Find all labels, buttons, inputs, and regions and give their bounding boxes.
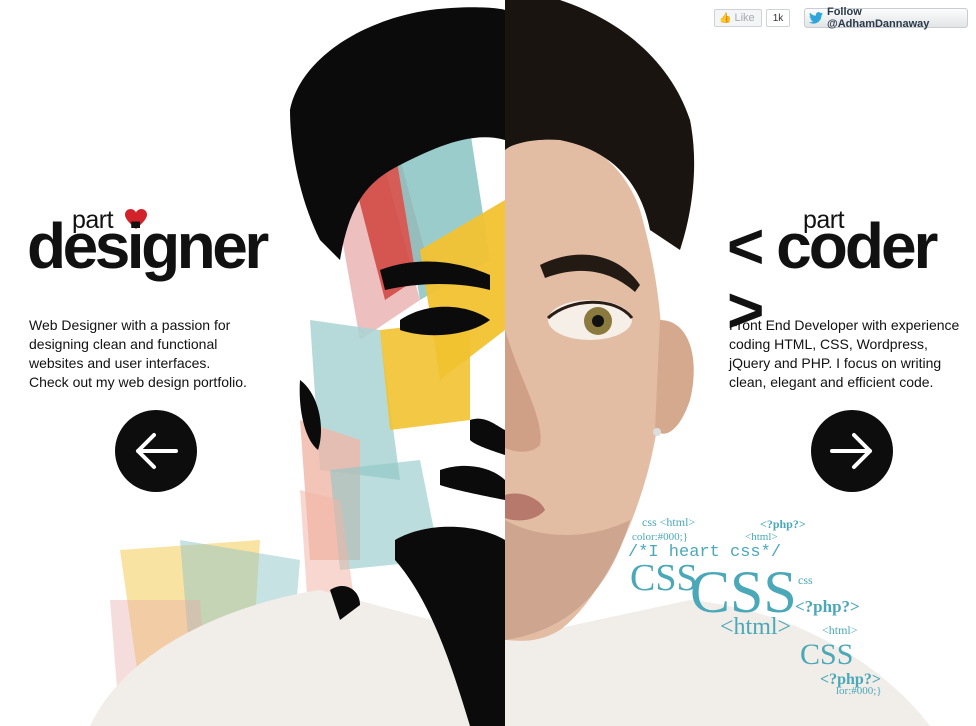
svg-text:CSS: CSS bbox=[630, 557, 698, 599]
arrow-right-icon bbox=[830, 433, 872, 469]
svg-text:color:#000;}: color:#000;} bbox=[632, 531, 688, 543]
hero-stage: css <html> <?php?> color:#000;} <html> /… bbox=[0, 0, 976, 726]
coder-portfolio-button[interactable] bbox=[811, 410, 893, 492]
coder-desc-line: coding HTML, CSS, Wordpress, bbox=[729, 336, 928, 352]
follow-label: Follow @AdhamDannaway bbox=[826, 6, 930, 30]
designer-desc-line: Check out my web design portfolio. bbox=[29, 374, 247, 390]
like-count-badge: 1k bbox=[766, 9, 790, 27]
svg-text:<html>: <html> bbox=[720, 614, 791, 640]
facebook-like-button[interactable]: 👍 Like bbox=[714, 9, 762, 27]
designer-desc-line: Web Designer with a passion for bbox=[29, 317, 231, 333]
svg-text:<?php?>: <?php?> bbox=[760, 517, 806, 531]
designer-desc-line: designing clean and functional bbox=[29, 336, 218, 352]
twitter-follow-button[interactable]: Follow @AdhamDannaway bbox=[804, 6, 968, 30]
arrow-left-icon bbox=[136, 433, 178, 469]
coder-desc-line: jQuery and PHP. I focus on writing bbox=[729, 355, 942, 371]
thumbs-up-icon: 👍 bbox=[719, 12, 732, 24]
svg-text:css: css bbox=[798, 573, 813, 587]
svg-text:<?php?>: <?php?> bbox=[795, 597, 860, 616]
coder-description: Front End Developer with experience codi… bbox=[729, 316, 976, 392]
designer-portfolio-button[interactable] bbox=[115, 410, 197, 492]
designer-title: designer bbox=[27, 210, 269, 282]
coder-desc-line: clean, elegant and efficient code. bbox=[729, 374, 934, 390]
like-label: Like bbox=[734, 12, 755, 24]
svg-text:<html>: <html> bbox=[745, 531, 778, 543]
designer-desc-line: websites and user interfaces. bbox=[29, 355, 211, 371]
svg-text:CSS: CSS bbox=[800, 638, 853, 671]
svg-text:lor:#000;}: lor:#000;} bbox=[836, 685, 882, 697]
svg-text:<html>: <html> bbox=[822, 623, 858, 637]
designer-description: Web Designer with a passion for designin… bbox=[29, 316, 279, 392]
twitter-bird-icon bbox=[809, 12, 823, 24]
svg-text:css <html>: css <html> bbox=[642, 515, 695, 529]
coder-desc-line: Front End Developer with experience bbox=[729, 317, 960, 333]
